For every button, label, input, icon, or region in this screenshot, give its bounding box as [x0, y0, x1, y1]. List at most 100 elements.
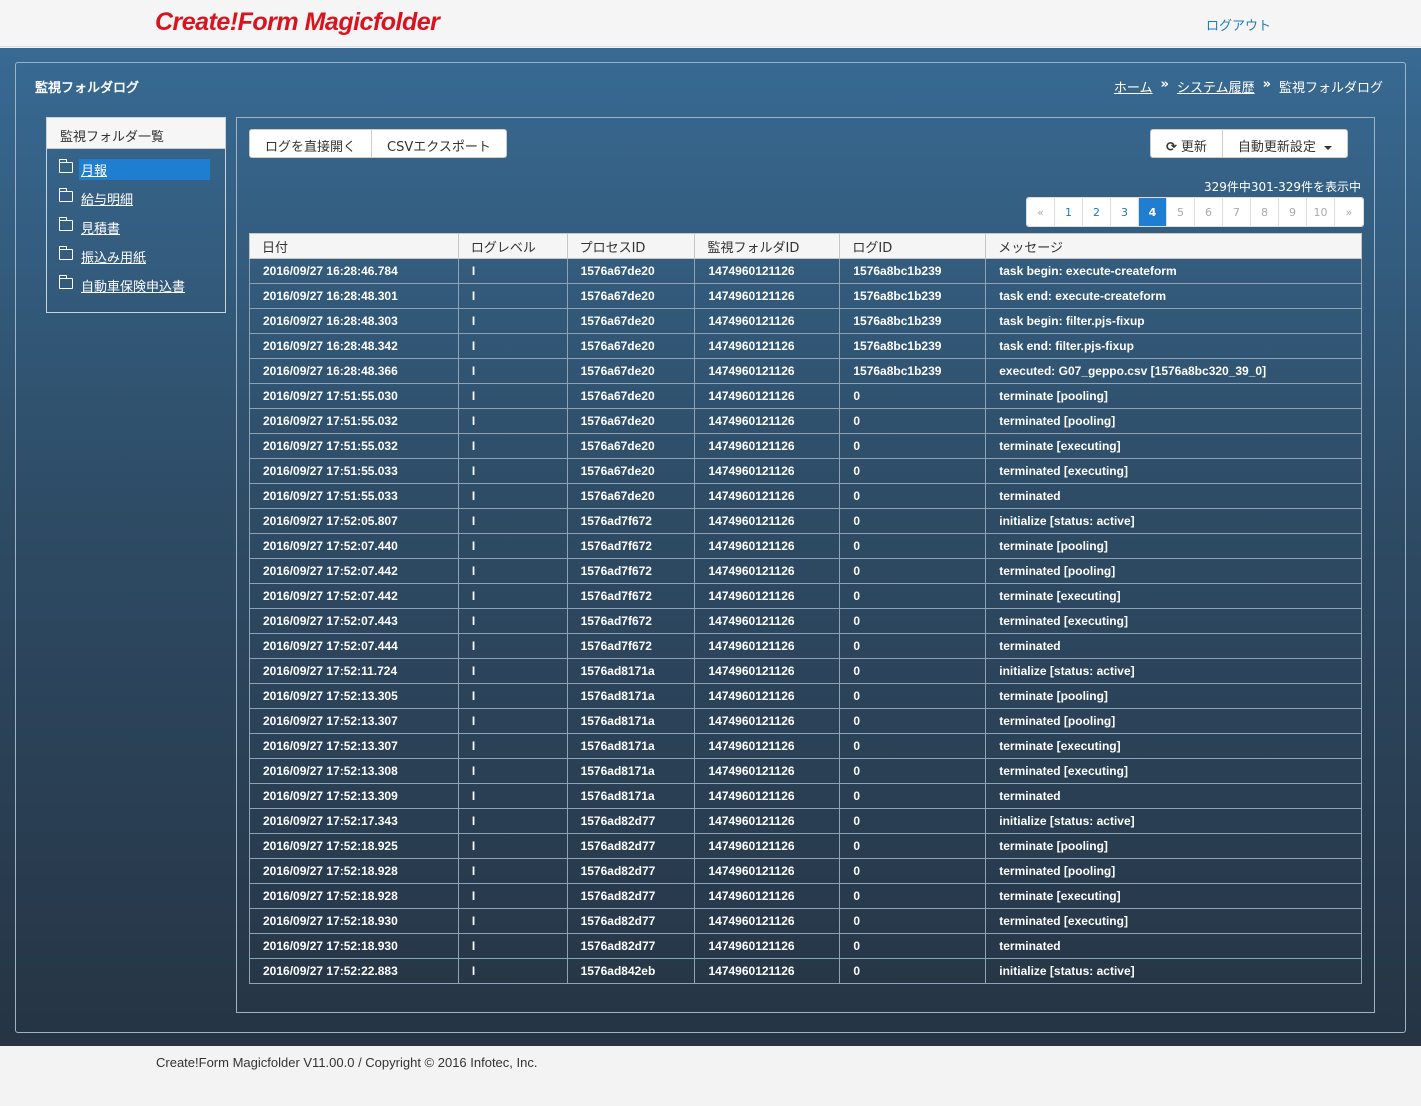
table-row: 2016/09/27 17:52:18.928 I 1576ad82d77 14749…	[249, 858, 1362, 884]
folder-item[interactable]: 月報	[59, 159, 225, 188]
folder-item[interactable]: 給与明細	[59, 188, 225, 217]
column-header[interactable]: ログレベル	[457, 233, 568, 259]
folder-open-icon	[59, 275, 73, 289]
column-header[interactable]: ログID	[839, 233, 987, 259]
table-cell: 2016/09/27 17:52:18.930	[249, 933, 459, 959]
column-header[interactable]: 日付	[249, 233, 459, 259]
table-cell: 1474960121126	[694, 483, 841, 509]
refresh-button[interactable]: ⟳ 更新	[1151, 130, 1223, 157]
table-cell: 1576ad8171a	[566, 733, 696, 759]
pagination: «1 2 3 4 5 6 7 8 9 10»	[1026, 197, 1364, 227]
page-button[interactable]: 4	[1139, 198, 1167, 226]
table-cell: 0	[839, 558, 987, 584]
logout-link[interactable]: ログアウト	[1206, 15, 1271, 34]
table-row: 2016/09/27 17:52:05.807 I 1576ad7f672 14749…	[249, 508, 1362, 534]
table-cell: 2016/09/27 17:52:18.928	[249, 858, 459, 884]
table-cell: 0	[839, 433, 987, 459]
app-logo[interactable]: Create!Form Magicfolder	[155, 8, 440, 37]
page-prev-button[interactable]: «	[1027, 198, 1055, 226]
table-cell: terminated [executing]	[985, 908, 1362, 934]
table-cell: 1576ad82d77	[566, 833, 696, 859]
column-header[interactable]: プロセスID	[566, 233, 696, 259]
page-button[interactable]: 1	[1055, 198, 1083, 226]
table-row: 2016/09/27 17:52:13.307 I 1576ad8171a 14749…	[249, 708, 1362, 734]
page-button[interactable]: 6	[1195, 198, 1223, 226]
breadcrumb: ホーム » システム履歴 » 監視フォルダログ	[1114, 77, 1383, 96]
table-cell: 2016/09/27 17:52:11.724	[249, 658, 459, 684]
column-header[interactable]: 監視フォルダID	[694, 233, 841, 259]
sidebar-heading: 監視フォルダ一覧	[47, 118, 225, 149]
table-cell: terminated	[985, 783, 1362, 809]
table-row: 2016/09/27 17:52:07.442 I 1576ad7f672 14749…	[249, 558, 1362, 584]
table-cell: 1576a67de20	[566, 333, 696, 359]
table-cell: 1474960121126	[694, 833, 841, 859]
table-cell: 1576ad8171a	[566, 783, 696, 809]
table-cell: 2016/09/27 17:52:13.307	[249, 708, 459, 734]
table-row: 2016/09/27 17:52:13.309 I 1576ad8171a 14749…	[249, 783, 1362, 809]
page-next-button[interactable]: »	[1335, 198, 1363, 226]
table-cell: 2016/09/27 17:52:07.443	[249, 608, 459, 634]
refresh-label: 更新	[1180, 140, 1207, 155]
table-cell: 1474960121126	[694, 558, 841, 584]
table-cell: 0	[839, 608, 987, 634]
table-cell: 1576ad8171a	[566, 658, 696, 684]
table-cell: 1576a8bc1b239	[839, 358, 987, 384]
table-cell: 0	[839, 883, 987, 909]
page-button[interactable]: 5	[1167, 198, 1195, 226]
auto-refresh-dropdown[interactable]: 自動更新設定	[1223, 130, 1347, 157]
page-button[interactable]: 9	[1279, 198, 1307, 226]
table-cell: 2016/09/27 16:28:46.784	[249, 258, 459, 284]
table-cell: 1576ad8171a	[566, 758, 696, 784]
csv-export-button[interactable]: CSVエクスポート	[372, 130, 506, 157]
table-cell: 1474960121126	[694, 933, 841, 959]
table-cell: 2016/09/27 17:52:07.442	[249, 558, 459, 584]
table-cell: terminate [executing]	[985, 733, 1362, 759]
folder-item[interactable]: 振込み用紙	[59, 246, 225, 275]
column-header[interactable]: メッセージ	[985, 233, 1362, 259]
folder-open-icon	[59, 217, 73, 231]
open-log-button[interactable]: ログを直接開く	[250, 130, 373, 157]
table-row: 2016/09/27 16:28:46.784 I 1576a67de20 14749…	[249, 258, 1362, 284]
table-cell: terminate [executing]	[985, 883, 1362, 909]
table-cell: terminated [executing]	[985, 608, 1362, 634]
table-row: 2016/09/27 16:28:48.342 I 1576a67de20 14749…	[249, 333, 1362, 359]
table-cell: 1576ad7f672	[566, 633, 696, 659]
table-cell: I	[457, 808, 568, 834]
page-button[interactable]: 2	[1083, 198, 1111, 226]
page-button[interactable]: 10	[1307, 198, 1335, 226]
table-cell: terminate [pooling]	[985, 833, 1362, 859]
folder-item[interactable]: 自動車保険申込書	[59, 275, 225, 304]
table-cell: 1576a67de20	[566, 258, 696, 284]
page-button[interactable]: 3	[1111, 198, 1139, 226]
table-cell: initialize [status: active]	[985, 808, 1362, 834]
folder-item[interactable]: 見積書	[59, 217, 225, 246]
table-cell: 1576a67de20	[566, 458, 696, 484]
page-button[interactable]: 8	[1251, 198, 1279, 226]
page-button[interactable]: 7	[1223, 198, 1251, 226]
table-cell: 1474960121126	[694, 808, 841, 834]
table-cell: terminate [pooling]	[985, 383, 1362, 409]
table-cell: 0	[839, 808, 987, 834]
breadcrumb-system-history[interactable]: システム履歴	[1177, 77, 1255, 96]
table-row: 2016/09/27 16:28:48.366 I 1576a67de20 14749…	[249, 358, 1362, 384]
table-cell: I	[457, 933, 568, 959]
table-cell: 1576ad82d77	[566, 908, 696, 934]
table-cell: I	[457, 583, 568, 609]
table-cell: I	[457, 833, 568, 859]
breadcrumb-home[interactable]: ホーム	[1114, 77, 1153, 96]
table-cell: 1474960121126	[694, 408, 841, 434]
table-cell: 1474960121126	[694, 958, 841, 984]
table-cell: 1474960121126	[694, 783, 841, 809]
table-cell: terminate [pooling]	[985, 533, 1362, 559]
table-cell: terminate [pooling]	[985, 683, 1362, 709]
table-cell: I	[457, 533, 568, 559]
table-row: 2016/09/27 17:51:55.033 I 1576a67de20 14749…	[249, 483, 1362, 509]
table-cell: executed: G07_geppo.csv [1576a8bc320_39_…	[985, 358, 1362, 384]
table-cell: 1474960121126	[694, 283, 841, 309]
table-cell: 2016/09/27 17:51:55.032	[249, 433, 459, 459]
folder-open-icon	[59, 246, 73, 260]
table-cell: 0	[839, 708, 987, 734]
table-cell: 1474960121126	[694, 583, 841, 609]
table-header-row: 日付 ログレベル プロセスID 監視フォルダID ログID メッセージ	[249, 233, 1362, 259]
table-cell: 2016/09/27 17:51:55.033	[249, 458, 459, 484]
